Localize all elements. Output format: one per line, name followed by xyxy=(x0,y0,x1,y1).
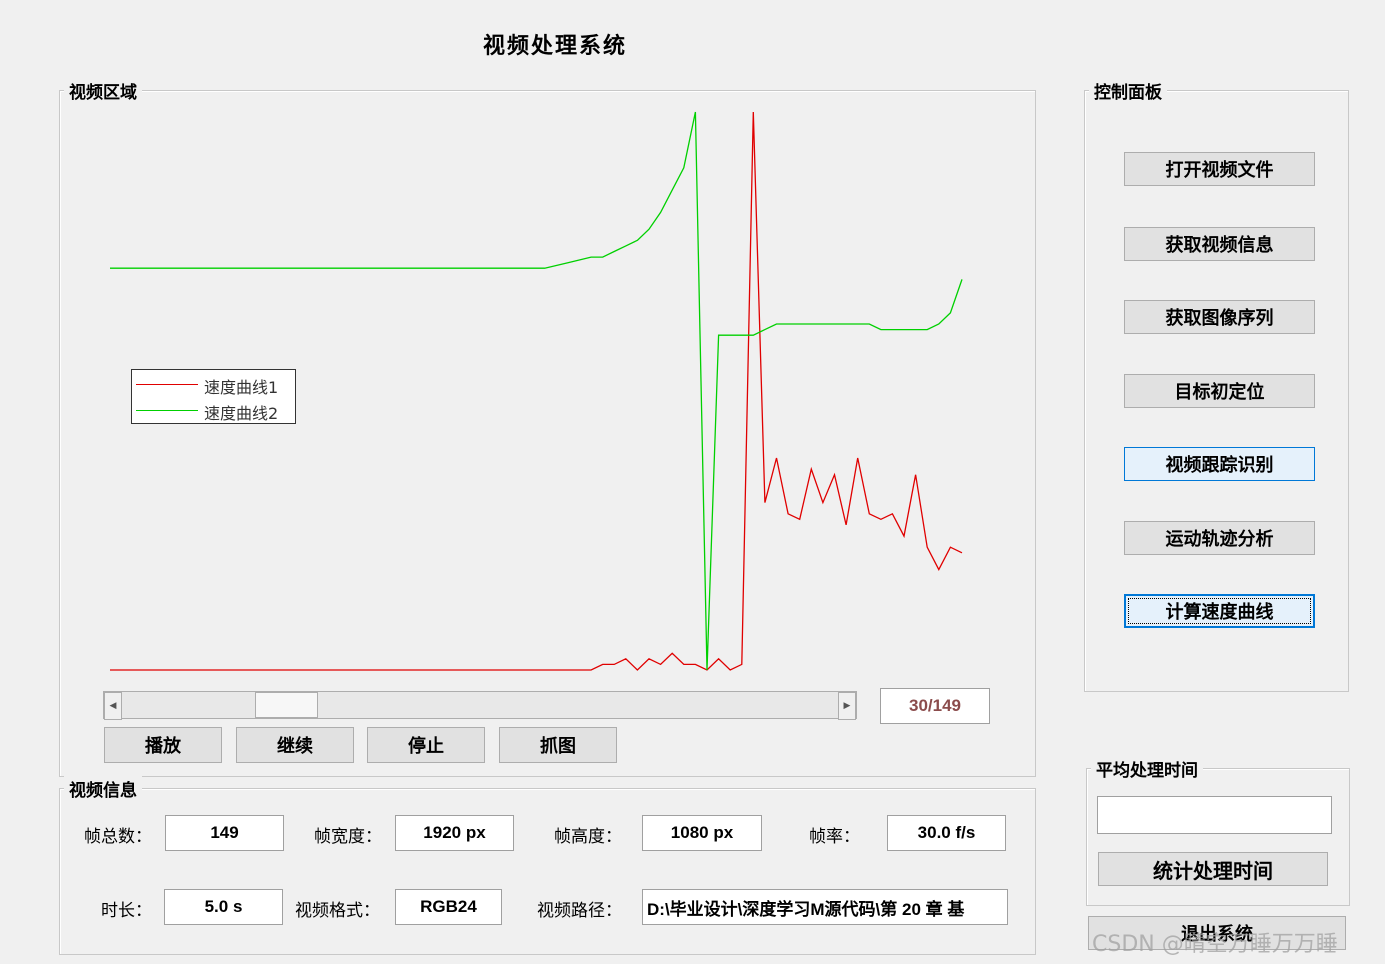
video-tracking-button[interactable]: 视频跟踪识别 xyxy=(1124,447,1315,481)
chart-legend: 速度曲线1 速度曲线2 xyxy=(131,369,296,424)
duration-field[interactable]: 5.0 s xyxy=(164,889,283,925)
format-label: 视频格式： xyxy=(295,901,380,921)
slider-thumb[interactable] xyxy=(255,692,318,718)
legend-label-1: 速度曲线1 xyxy=(204,378,279,397)
frame-height-label: 帧高度： xyxy=(554,827,622,847)
total-frames-field[interactable]: 149 xyxy=(165,815,284,851)
frame-rate-field[interactable]: 30.0 f/s xyxy=(887,815,1006,851)
frame-readout: 30/149 xyxy=(880,688,990,724)
trajectory-analysis-button[interactable]: 运动轨迹分析 xyxy=(1124,521,1315,555)
target-init-locate-button[interactable]: 目标初定位 xyxy=(1124,374,1315,408)
frame-width-field[interactable]: 1920 px xyxy=(395,815,514,851)
frame-slider[interactable]: ◀ ▶ xyxy=(103,691,857,720)
slider-left-arrow-icon[interactable]: ◀ xyxy=(104,692,122,720)
play-button[interactable]: 播放 xyxy=(104,727,222,763)
video-info-label: 视频信息 xyxy=(64,776,142,801)
format-field[interactable]: RGB24 xyxy=(395,889,502,925)
compute-speed-curve-button[interactable]: 计算速度曲线 xyxy=(1124,594,1315,628)
frame-rate-label: 帧率： xyxy=(809,827,860,847)
control-panel-label: 控制面板 xyxy=(1089,78,1167,103)
path-label: 视频路径： xyxy=(537,901,622,921)
legend-line-2 xyxy=(136,410,198,411)
path-field[interactable]: D:\毕业设计\深度学习M源代码\第 20 章 基 xyxy=(642,889,1008,925)
open-video-button[interactable]: 打开视频文件 xyxy=(1124,152,1315,186)
avg-time-field[interactable] xyxy=(1097,796,1332,834)
get-video-info-button[interactable]: 获取视频信息 xyxy=(1124,227,1315,261)
capture-button[interactable]: 抓图 xyxy=(499,727,617,763)
duration-label: 时长： xyxy=(101,901,152,921)
slider-right-arrow-icon[interactable]: ▶ xyxy=(838,692,856,720)
legend-line-1 xyxy=(136,384,198,385)
frame-width-label: 帧宽度： xyxy=(314,827,382,847)
legend-label-2: 速度曲线2 xyxy=(204,404,279,423)
compute-time-button[interactable]: 统计处理时间 xyxy=(1098,852,1328,886)
get-image-sequence-button[interactable]: 获取图像序列 xyxy=(1124,300,1315,334)
total-frames-label: 帧总数： xyxy=(84,827,152,847)
resume-button[interactable]: 继续 xyxy=(236,727,354,763)
frame-height-field[interactable]: 1080 px xyxy=(642,815,762,851)
avg-time-label: 平均处理时间 xyxy=(1091,756,1203,781)
watermark: CSDN @晴空万睡万万睡 xyxy=(1092,932,1338,957)
stop-button[interactable]: 停止 xyxy=(367,727,485,763)
video-info-panel: 视频信息 xyxy=(59,776,1036,955)
